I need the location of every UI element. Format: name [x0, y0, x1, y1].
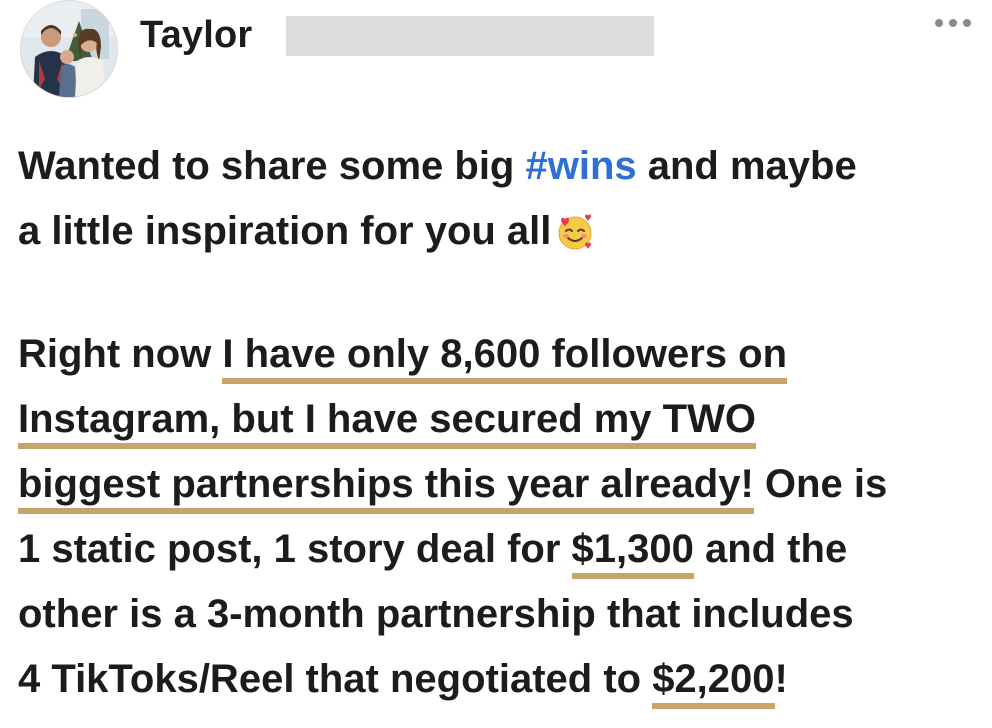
post-body: Wanted to share some big #wins and maybe… — [18, 134, 988, 712]
post-line: 1 static post, 1 story deal for $1,300 a… — [18, 517, 988, 582]
ellipsis-icon[interactable] — [935, 17, 971, 29]
post-line: 4 TikToks/Reel that negotiated to $2,200… — [18, 647, 988, 712]
post-line: other is a 3-month partnership that incl… — [18, 582, 988, 647]
post-header: Taylor — [20, 0, 980, 100]
post-text: One is — [753, 462, 888, 506]
post-text: a little inspiration for you all — [18, 209, 552, 253]
post-text: Right now — [18, 332, 223, 376]
post-text: and maybe — [636, 144, 857, 188]
post-text: Wanted to share some big — [18, 144, 526, 188]
highlighted-text: biggest partnerships this year already! — [18, 462, 754, 514]
post-line: Right now I have only 8,600 followers on — [18, 322, 988, 387]
post-line: Wanted to share some big #wins and maybe — [18, 134, 988, 199]
highlighted-amount: $1,300 — [571, 527, 694, 579]
redacted-name-bar — [286, 16, 654, 56]
highlighted-text: Instagram, but I have secured my TWO — [18, 397, 756, 449]
smiling-face-with-hearts-icon — [555, 207, 595, 250]
family-photo-avatar-icon — [21, 1, 117, 97]
post-line: a little inspiration for you all — [18, 199, 988, 264]
post-line: biggest partnerships this year already! … — [18, 452, 988, 517]
author-name[interactable]: Taylor — [140, 12, 252, 58]
post-text: and the — [693, 527, 848, 571]
social-post: Taylor Wanted to share some big #wins an… — [0, 0, 992, 728]
post-text: other is a 3-month partnership that incl… — [18, 592, 854, 636]
post-text: 4 TikToks/Reel that negotiated to — [18, 657, 653, 701]
post-text: 1 static post, 1 story deal for — [18, 527, 572, 571]
highlighted-amount: $2,200 — [652, 657, 775, 709]
ellipsis-dot — [949, 19, 957, 27]
post-text: ! — [774, 657, 788, 701]
hashtag-link[interactable]: #wins — [525, 144, 636, 188]
post-line: Instagram, but I have secured my TWO — [18, 387, 988, 452]
author-avatar[interactable] — [20, 0, 118, 98]
highlighted-text: I have only 8,600 followers on — [222, 332, 788, 384]
ellipsis-dot — [963, 19, 971, 27]
ellipsis-dot — [935, 19, 943, 27]
